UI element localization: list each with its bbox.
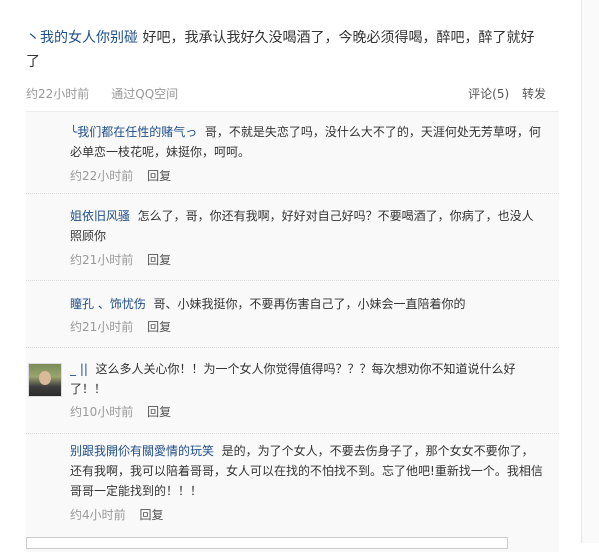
comment-input[interactable] bbox=[26, 537, 508, 549]
post-time: 约22小时前 bbox=[26, 87, 90, 101]
comment-time: 约10小时前 bbox=[70, 405, 134, 419]
comment-text: 怎么了，哥，你还有我啊，好好对自己好吗？不要喝酒了，你病了，也没人照顾你 bbox=[70, 209, 534, 243]
comment-author-link[interactable]: ╰我们都在任性的赌气っ bbox=[70, 125, 197, 139]
comment-author-link[interactable]: 瞳孔 、饰忧伤 bbox=[70, 297, 146, 311]
comment-time: 约21小时前 bbox=[70, 253, 134, 267]
comment-body: _ || 这么多人关心你！！为一个女人你觉得值得吗？？？每次想劝你不知道说什么好… bbox=[70, 359, 545, 399]
comment-body: 别跟我開伱有關愛情的玩笑 是的，为了个女人，不要去伤身子了，那个女女不要你了，还… bbox=[70, 441, 545, 501]
comment-item: 姐依旧风骚 怎么了，哥，你还有我啊，好好对自己好吗？不要喝酒了，你病了，也没人照… bbox=[26, 194, 559, 281]
comment-item: _ || 这么多人关心你！！为一个女人你觉得值得吗？？？每次想劝你不知道说什么好… bbox=[26, 348, 559, 434]
comment-list: ╰我们都在任性的赌气っ 哥，不就是失恋了吗，没什么大不了的，天涯何处无芳草呀，何… bbox=[26, 111, 559, 552]
reply-button[interactable]: 回复 bbox=[147, 320, 171, 334]
status-post: 丶我的女人你别碰 好吧，我承认我好久没喝酒了，今晚必须得喝，醉吧，醉了就好了 bbox=[26, 26, 546, 74]
comment-item: 瞳孔 、饰忧伤 哥、小妹我挺你，不要再伤害自己了，小妹会一直陪着你的 约21小时… bbox=[26, 281, 559, 348]
reply-button[interactable]: 回复 bbox=[147, 405, 171, 419]
forward-button[interactable]: 转发 bbox=[522, 87, 546, 101]
comment-body: 姐依旧风骚 怎么了，哥，你还有我啊，好好对自己好吗？不要喝酒了，你病了，也没人照… bbox=[70, 206, 545, 246]
reply-button[interactable]: 回复 bbox=[147, 169, 171, 183]
comment-text: 这么多人关心你！！为一个女人你觉得值得吗？？？每次想劝你不知道说什么好了！！ bbox=[70, 362, 516, 396]
comment-meta: 约21小时前 回复 bbox=[70, 251, 171, 268]
comment-item: 别跟我開伱有關愛情的玩笑 是的，为了个女人，不要去伤身子了，那个女女不要你了，还… bbox=[26, 434, 559, 534]
reply-button[interactable]: 回复 bbox=[139, 508, 163, 522]
comment-author-link[interactable]: _ || bbox=[70, 362, 88, 376]
comment-author-link[interactable]: 姐依旧风骚 bbox=[70, 209, 130, 223]
post-meta: 约22小时前 通过QQ空间 评论(5) 转发 bbox=[26, 85, 546, 102]
comment-text: 哥、小妹我挺你，不要再伤害自己了，小妹会一直陪着你的 bbox=[153, 297, 466, 311]
avatar-face bbox=[39, 371, 51, 385]
comment-meta: 约21小时前 回复 bbox=[70, 318, 171, 335]
post-author-link[interactable]: 丶我的女人你别碰 bbox=[26, 30, 138, 46]
scrollbar-track[interactable] bbox=[582, 0, 599, 543]
comment-body: 瞳孔 、饰忧伤 哥、小妹我挺你，不要再伤害自己了，小妹会一直陪着你的 bbox=[70, 294, 545, 314]
post-source[interactable]: 通过QQ空间 bbox=[111, 87, 178, 101]
comment-time: 约21小时前 bbox=[70, 320, 134, 334]
post-body: 丶我的女人你别碰 好吧，我承认我好久没喝酒了，今晚必须得喝，醉吧，醉了就好了 bbox=[26, 26, 546, 74]
comment-button[interactable]: 评论(5) bbox=[468, 87, 509, 101]
comment-meta: 约4小时前 回复 bbox=[70, 506, 163, 523]
comment-item: ╰我们都在任性的赌气っ 哥，不就是失恋了吗，没什么大不了的，天涯何处无芳草呀，何… bbox=[26, 112, 559, 194]
comment-author-link[interactable]: 别跟我開伱有關愛情的玩笑 bbox=[70, 444, 214, 458]
comment-time: 约22小时前 bbox=[70, 169, 134, 183]
feed-card: 丶我的女人你别碰 好吧，我承认我好久没喝酒了，今晚必须得喝，醉吧，醉了就好了 约… bbox=[0, 0, 582, 552]
comment-meta: 约10小时前 回复 bbox=[70, 403, 171, 420]
post-actions: 评论(5) 转发 bbox=[459, 85, 546, 102]
comment-body: ╰我们都在任性的赌气っ 哥，不就是失恋了吗，没什么大不了的，天涯何处无芳草呀，何… bbox=[70, 122, 545, 162]
comment-meta: 约22小时前 回复 bbox=[70, 167, 171, 184]
comment-time: 约4小时前 bbox=[70, 508, 126, 522]
avatar[interactable] bbox=[28, 363, 62, 397]
reply-button[interactable]: 回复 bbox=[147, 253, 171, 267]
